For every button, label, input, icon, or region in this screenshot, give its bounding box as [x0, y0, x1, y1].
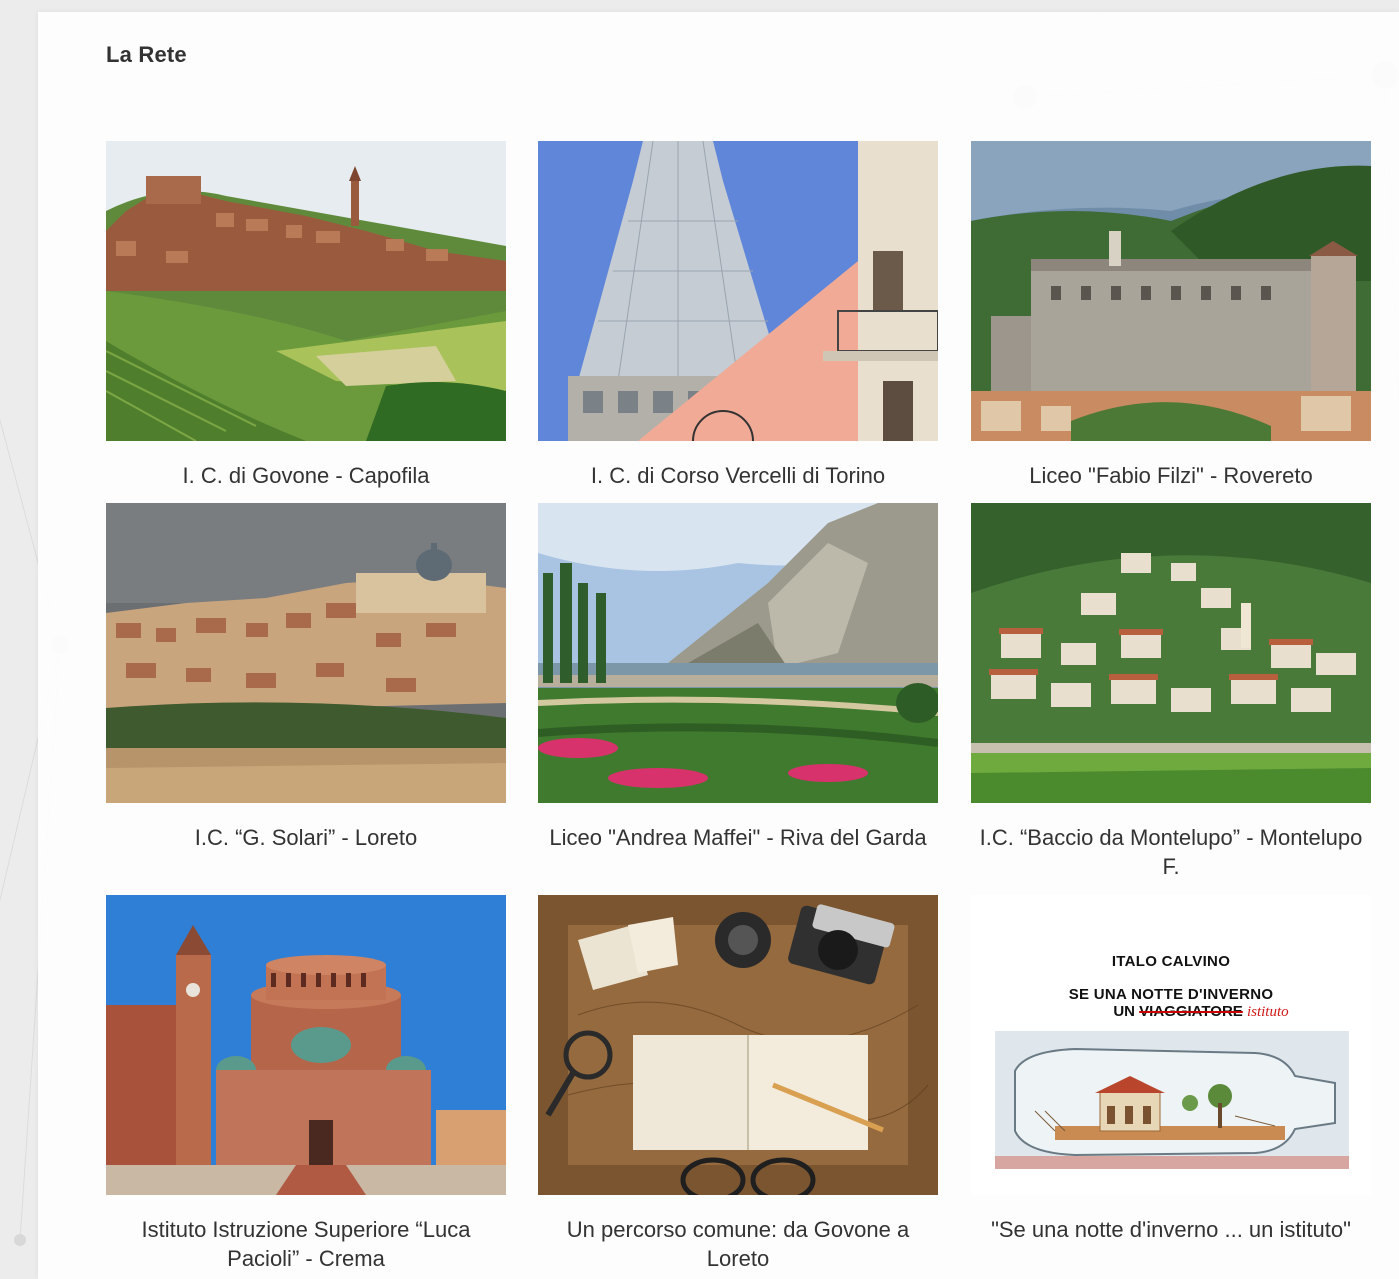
calvino-poster[interactable]: ITALO CALVINO SE UNA NOTTE D'INVERNO UN …: [971, 895, 1371, 1195]
poster-author: ITALO CALVINO: [1111, 953, 1231, 970]
card-caption[interactable]: Liceo "Andrea Maffei" - Riva del Garda: [538, 823, 938, 852]
card-rovereto[interactable]: Liceo "Fabio Filzi" - Rovereto: [971, 141, 1371, 490]
card-caption[interactable]: I. C. di Govone - Capofila: [106, 461, 506, 490]
card-govone[interactable]: I. C. di Govone - Capofila: [106, 141, 506, 490]
card-loreto[interactable]: I.C. “G. Solari” - Loreto: [106, 503, 506, 852]
card-caption[interactable]: I.C. “G. Solari” - Loreto: [106, 823, 506, 852]
riva-thumbnail[interactable]: [538, 503, 938, 803]
card-caption[interactable]: I. C. di Corso Vercelli di Torino: [538, 461, 938, 490]
poster-title-line1: SE UNA NOTTE D'INVERNO: [1068, 986, 1274, 1003]
card-caption[interactable]: Istituto Istruzione Superiore “Luca Paci…: [106, 1215, 506, 1273]
card-se-una-notte[interactable]: ITALO CALVINO SE UNA NOTTE D'INVERNO UN …: [971, 895, 1371, 1244]
card-percorso[interactable]: Un percorso comune: da Govone a Loreto: [538, 895, 938, 1273]
govone-thumbnail[interactable]: [106, 141, 506, 441]
section-title: La Rete: [106, 42, 187, 67]
card-caption[interactable]: Un percorso comune: da Govone a Loreto: [538, 1215, 938, 1273]
torino-thumbnail[interactable]: [538, 141, 938, 441]
card-torino[interactable]: I. C. di Corso Vercelli di Torino: [538, 141, 938, 490]
ship-in-bottle-illustration: [995, 1031, 1349, 1169]
montelupo-thumbnail[interactable]: [971, 503, 1371, 803]
loreto-thumbnail[interactable]: [106, 503, 506, 803]
poster-replacement-word: istituto: [1246, 1004, 1289, 1020]
card-caption[interactable]: "Se una notte d'inverno ... un istituto": [971, 1215, 1371, 1244]
card-caption[interactable]: I.C. “Baccio da Montelupo” - Montelupo F…: [971, 823, 1371, 881]
poster-title-line2: UN VIAGGIATORE istituto: [971, 1003, 1371, 1021]
percorso-thumbnail[interactable]: [538, 895, 938, 1195]
card-caption[interactable]: Liceo "Fabio Filzi" - Rovereto: [971, 461, 1371, 490]
card-riva[interactable]: Liceo "Andrea Maffei" - Riva del Garda: [538, 503, 938, 852]
crema-thumbnail[interactable]: [106, 895, 506, 1195]
rovereto-thumbnail[interactable]: [971, 141, 1371, 441]
card-crema[interactable]: Istituto Istruzione Superiore “Luca Paci…: [106, 895, 506, 1273]
poster-struck-word: VIAGGIATORE: [1139, 1003, 1243, 1020]
card-montelupo[interactable]: I.C. “Baccio da Montelupo” - Montelupo F…: [971, 503, 1371, 881]
poster-line2-prefix: UN: [1113, 1003, 1135, 1020]
